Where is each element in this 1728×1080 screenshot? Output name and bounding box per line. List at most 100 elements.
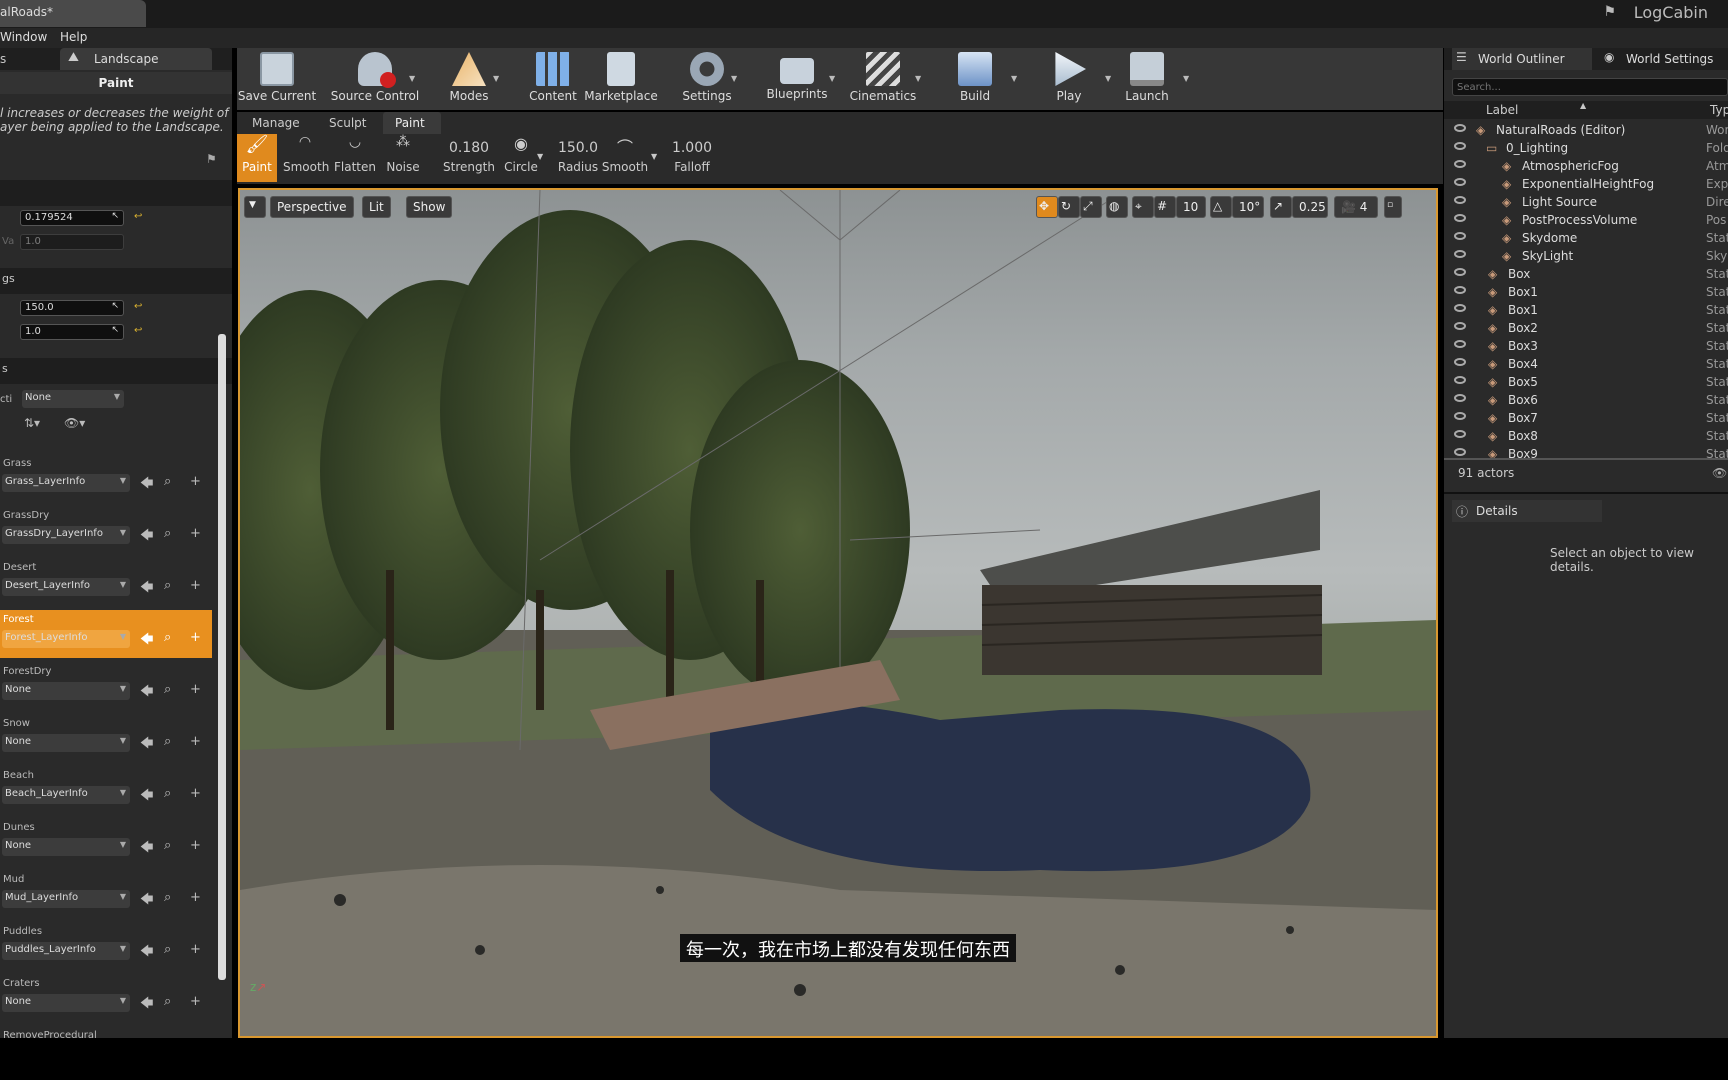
menu-help[interactable]: Help: [60, 30, 87, 44]
flatten-tool[interactable]: ◡ Flatten: [333, 134, 377, 182]
browse-icon[interactable]: ⌕: [164, 526, 171, 541]
surface-snap-icon[interactable]: ⌖: [1132, 196, 1154, 218]
circle-brush[interactable]: ◉ Circle: [501, 134, 541, 182]
browse-icon[interactable]: ⌕: [164, 838, 171, 853]
maximize-icon[interactable]: ▫: [1384, 196, 1402, 218]
outliner-row[interactable]: ◈ Box4 Stat: [1444, 356, 1728, 374]
outliner-row[interactable]: ◈ Box Stat: [1444, 266, 1728, 284]
use-selected-icon[interactable]: 🡄: [140, 630, 153, 652]
add-icon[interactable]: +: [190, 994, 201, 1009]
outliner-row[interactable]: ◈ SkyLight Sky: [1444, 248, 1728, 266]
chevron-down-icon[interactable]: ▼: [1183, 74, 1189, 83]
add-icon[interactable]: +: [190, 630, 201, 645]
visibility-icon[interactable]: [1454, 232, 1466, 240]
browse-icon[interactable]: ⌕: [164, 942, 171, 957]
outliner-row[interactable]: ◈ AtmosphericFog Atm: [1444, 158, 1728, 176]
layer-info-combo[interactable]: GrassDry_LayerInfo ▼: [2, 526, 130, 544]
visibility-icon[interactable]: [1454, 358, 1466, 366]
landscape-tab[interactable]: ⛰ Landscape: [60, 48, 212, 70]
use-selected-icon[interactable]: 🡄: [140, 578, 153, 600]
blueprints-button[interactable]: Blueprints: [757, 50, 837, 108]
visibility-icon[interactable]: [1454, 304, 1466, 312]
browse-icon[interactable]: ⌕: [164, 474, 171, 489]
strength-field[interactable]: 0.179524 ↖: [20, 210, 124, 226]
outliner-row[interactable]: ◈ Box7 Stat: [1444, 410, 1728, 428]
col-label[interactable]: Label: [1486, 103, 1518, 117]
add-icon[interactable]: +: [190, 526, 201, 541]
visibility-icon[interactable]: [1454, 160, 1466, 168]
visibility-icon[interactable]: [1454, 196, 1466, 204]
menu-window[interactable]: Window: [0, 30, 47, 44]
layer-info-combo[interactable]: Beach_LayerInfo ▼: [2, 786, 130, 804]
layer-info-combo[interactable]: Forest_LayerInfo ▼: [2, 630, 130, 648]
outliner-search-input[interactable]: [1452, 78, 1728, 96]
add-icon[interactable]: +: [190, 786, 201, 801]
outliner-row[interactable]: ◈ Box1 Stat: [1444, 284, 1728, 302]
layer-info-combo[interactable]: Puddles_LayerInfo ▼: [2, 942, 130, 960]
layer-row[interactable]: Craters None ▼ 🡄 ⌕ +: [0, 974, 232, 1022]
radius-setting[interactable]: 150.0 Radius: [553, 134, 603, 182]
perspective-button[interactable]: Perspective: [270, 196, 354, 218]
layer-row[interactable]: Mud Mud_LayerInfo ▼ 🡄 ⌕ +: [0, 870, 232, 918]
visibility-icon[interactable]: [1454, 142, 1466, 150]
tab-world-outliner[interactable]: ☰ World Outliner: [1452, 48, 1592, 70]
browse-icon[interactable]: ⌕: [164, 630, 171, 645]
save-current-button[interactable]: Save Current: [237, 50, 317, 108]
layer-row[interactable]: Puddles Puddles_LayerInfo ▼ 🡄 ⌕ +: [0, 922, 232, 970]
add-icon[interactable]: +: [190, 734, 201, 749]
layer-row[interactable]: ForestDry None ▼ 🡄 ⌕ +: [0, 662, 232, 710]
smooth-falloff[interactable]: ⌒ Smooth: [601, 134, 649, 182]
visibility-icon[interactable]: [1454, 286, 1466, 294]
noise-tool[interactable]: ⁂ Noise: [383, 134, 423, 182]
browse-icon[interactable]: ⌕: [164, 578, 171, 593]
chevron-down-icon[interactable]: ▼: [651, 152, 657, 161]
visibility-icon[interactable]: [1454, 412, 1466, 420]
layer-row[interactable]: GrassDry GrassDry_LayerInfo ▼ 🡄 ⌕ +: [0, 506, 232, 554]
scale-snap-value[interactable]: 0.25: [1292, 196, 1328, 218]
level-viewport[interactable]: ▼ Perspective Lit Show ✥ ↻ ⤢ ◍ ⌖ # 10 △ …: [238, 188, 1438, 1038]
scale-icon[interactable]: ⤢: [1080, 196, 1102, 218]
reset-icon[interactable]: ↩: [134, 211, 142, 222]
outliner-row[interactable]: ◈ NaturalRoads (Editor) Wor: [1444, 122, 1728, 140]
visibility-icon[interactable]: [1454, 250, 1466, 258]
layer-info-combo[interactable]: None ▼: [2, 682, 130, 700]
layer-info-combo[interactable]: Desert_LayerInfo ▼: [2, 578, 130, 596]
outliner-row[interactable]: ◈ Box6 Stat: [1444, 392, 1728, 410]
use-selected-icon[interactable]: 🡄: [140, 526, 153, 548]
layer-row[interactable]: Desert Desert_LayerInfo ▼ 🡄 ⌕ +: [0, 558, 232, 606]
view-options-icon[interactable]: 👁: [1712, 466, 1727, 480]
chevron-down-icon[interactable]: ▼: [731, 74, 737, 83]
sort-icon[interactable]: ⇅▾: [24, 416, 40, 430]
rotation-snap-value[interactable]: 10°: [1232, 196, 1264, 218]
tab-world-settings[interactable]: ◉ World Settings: [1604, 48, 1728, 70]
layer-row[interactable]: Grass Grass_LayerInfo ▼ 🡄 ⌕ +: [0, 454, 232, 502]
visibility-icon[interactable]: [1454, 340, 1466, 348]
layer-row[interactable]: Beach Beach_LayerInfo ▼ 🡄 ⌕ +: [0, 766, 232, 814]
browse-icon[interactable]: ⌕: [164, 786, 171, 801]
layer-info-combo[interactable]: None ▼: [2, 994, 130, 1012]
add-icon[interactable]: +: [190, 890, 201, 905]
browse-icon[interactable]: ⌕: [164, 994, 171, 1009]
use-selected-icon[interactable]: 🡄: [140, 474, 153, 496]
layer-row[interactable]: Forest Forest_LayerInfo ▼ 🡄 ⌕ +: [0, 610, 212, 658]
add-icon[interactable]: +: [190, 682, 201, 697]
cinematics-button[interactable]: Cinematics: [843, 50, 923, 108]
build-button[interactable]: Build: [935, 50, 1015, 108]
lit-button[interactable]: Lit: [362, 196, 391, 218]
grid-snap-value[interactable]: 10: [1176, 196, 1206, 218]
add-icon[interactable]: +: [190, 474, 201, 489]
outliner-row[interactable]: ◈ Box5 Stat: [1444, 374, 1728, 392]
visibility-icon[interactable]: [1454, 214, 1466, 222]
visibility-icon[interactable]: [1454, 268, 1466, 276]
use-selected-icon[interactable]: 🡄: [140, 942, 153, 964]
translate-icon[interactable]: ✥: [1036, 196, 1058, 218]
visibility-icon[interactable]: [1454, 430, 1466, 438]
visibility-icon[interactable]: [1454, 322, 1466, 330]
outliner-row[interactable]: ▭ 0_Lighting Fold: [1444, 140, 1728, 158]
use-selected-icon[interactable]: 🡄: [140, 890, 153, 912]
chevron-down-icon[interactable]: ▼: [1011, 74, 1017, 83]
pin-icon[interactable]: ⚑: [206, 152, 217, 166]
visibility-icon[interactable]: [1454, 376, 1466, 384]
use-selected-icon[interactable]: 🡄: [140, 838, 153, 860]
use-selected-icon[interactable]: 🡄: [140, 734, 153, 756]
